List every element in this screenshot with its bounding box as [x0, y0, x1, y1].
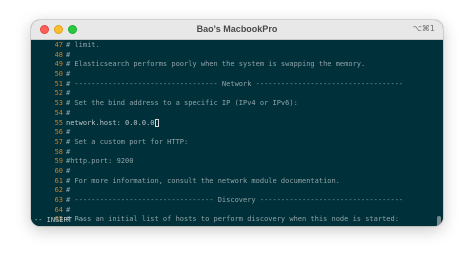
- editor-line[interactable]: 47 # limit.: [31, 41, 443, 51]
- editor-line[interactable]: 48 #: [31, 51, 443, 61]
- line-number: 51: [54, 79, 63, 88]
- line-text: #: [66, 108, 71, 117]
- editor-line[interactable]: 64 #: [31, 206, 443, 216]
- editor-line[interactable]: 54 #: [31, 109, 443, 119]
- editor-line[interactable]: 61 # For more information, consult the ne…: [31, 177, 443, 187]
- line-number: 47: [54, 41, 63, 49]
- line-text: # limit.: [66, 41, 100, 49]
- editor-line[interactable]: 63 # --------------------------------- Di…: [31, 196, 443, 206]
- line-text: #http.port: 9200: [66, 157, 134, 166]
- line-text: network.host: 0.0.0.0: [66, 118, 155, 127]
- text-cursor: [154, 118, 159, 127]
- line-number: 50: [54, 70, 63, 79]
- editor-line[interactable]: 57 # Set a custom port for HTTP:: [31, 138, 443, 148]
- line-number: 59: [54, 157, 63, 166]
- line-number: 58: [54, 147, 63, 156]
- editor-line[interactable]: 55 network.host: 0.0.0.0: [31, 118, 443, 129]
- line-text: #: [66, 89, 71, 98]
- editor-line[interactable]: 50 #: [31, 70, 443, 80]
- line-number: 53: [54, 99, 63, 108]
- editor-line[interactable]: 53 # Set the bind address to a specific I…: [31, 99, 443, 109]
- window-shortcut: ⌥⌘1: [412, 24, 435, 33]
- line-text: #: [66, 128, 71, 137]
- editor-line[interactable]: 60 #: [31, 167, 443, 177]
- scrollbar-thumb[interactable]: [437, 216, 441, 226]
- line-text: # ---------------------------------- Net…: [66, 79, 404, 88]
- editor-line[interactable]: 52 #: [31, 89, 443, 99]
- line-text: # Pass an initial list of hosts to perfo…: [66, 215, 399, 224]
- vim-mode-indicator: -- INSERT --: [34, 216, 85, 225]
- editor-line[interactable]: 49 # Elasticsearch performs poorly when t…: [31, 60, 443, 70]
- line-number: 52: [54, 89, 63, 98]
- title-bar[interactable]: Bao's MacbookPro ⌥⌘1: [31, 20, 443, 40]
- line-text: #: [66, 50, 71, 59]
- line-number: 49: [54, 60, 63, 69]
- line-text: #: [66, 205, 71, 214]
- line-text: # Set a custom port for HTTP:: [66, 137, 189, 146]
- line-text: # Set the bind address to a specific IP …: [66, 99, 298, 108]
- terminal-window: Bao's MacbookPro ⌥⌘1 47 # limit. 48 #49 # El…: [31, 20, 443, 226]
- terminal-content[interactable]: 47 # limit. 48 #49 # Elasticsearch performs …: [31, 40, 443, 226]
- line-number: 62: [54, 186, 63, 195]
- editor-line[interactable]: 59 #http.port: 9200: [31, 157, 443, 167]
- editor-line[interactable]: 62 #: [31, 186, 443, 196]
- line-number: 63: [54, 196, 63, 204]
- line-number: 48: [54, 50, 63, 59]
- editor-line[interactable]: 65 # Pass an initial list of hosts to per…: [31, 215, 443, 225]
- editor-lines: 47 # limit. 48 #49 # Elasticsearch performs …: [31, 41, 443, 225]
- editor-line[interactable]: 51 # ---------------------------------- N…: [31, 80, 443, 90]
- line-number: 64: [54, 205, 63, 214]
- line-text: #: [66, 70, 71, 79]
- line-text: # Elasticsearch performs poorly when the…: [66, 60, 366, 69]
- line-text: # For more information, consult the netw…: [66, 176, 340, 185]
- line-text: #: [66, 186, 71, 195]
- editor-line[interactable]: 58 #: [31, 148, 443, 158]
- line-text: #: [66, 166, 71, 175]
- line-number: 55: [54, 118, 63, 127]
- line-number: 57: [54, 137, 63, 146]
- line-number: 54: [54, 108, 63, 117]
- line-text: #: [66, 147, 71, 156]
- line-number: 61: [54, 176, 63, 185]
- editor-line[interactable]: 56 #: [31, 128, 443, 138]
- line-number: 60: [54, 166, 63, 175]
- line-text: # --------------------------------- Disc…: [66, 196, 404, 204]
- line-number: 56: [54, 128, 63, 137]
- window-title: Bao's MacbookPro: [196, 24, 278, 34]
